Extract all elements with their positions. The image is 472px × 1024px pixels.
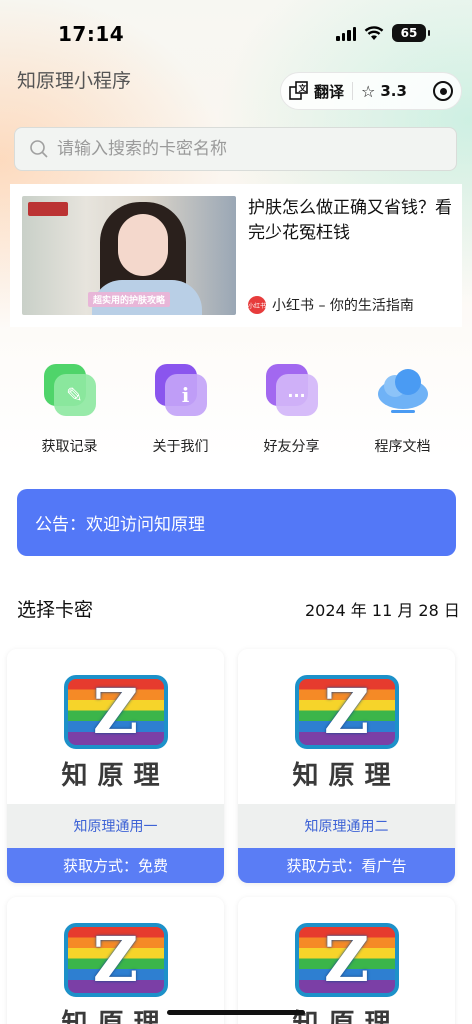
card-brand: 知原理	[292, 761, 401, 791]
zhiyuanli-logo: Z	[63, 923, 168, 997]
ad-brand: 小红书 小红书 – 你的生活指南	[248, 295, 452, 315]
card-item[interactable]: Z 知原理	[7, 897, 224, 1024]
xiaohongshu-logo-icon: 小红书	[248, 296, 266, 314]
grid-item-docs[interactable]: 程序文档	[347, 362, 458, 456]
star-icon: ☆	[361, 81, 376, 101]
zhiyuanli-logo: Z	[63, 675, 168, 749]
grid-label: 关于我们	[152, 439, 209, 455]
ad-title: 护肤怎么做正确又省钱？看完少花冤枉钱	[248, 198, 452, 243]
section-date: 2024 年 11 月 28 日	[305, 601, 460, 620]
grid-label: 程序文档	[374, 439, 431, 455]
ad-banner[interactable]: 超实用的护肤攻略 护肤怎么做正确又省钱？看完少花冤枉钱 小红书 小红书 – 你的…	[10, 184, 462, 327]
ad-brand-text: 小红书 – 你的生活指南	[272, 298, 414, 314]
card-item[interactable]: Z 知原理	[238, 897, 455, 1024]
search-bar	[14, 127, 457, 171]
translate-icon: 文	[289, 81, 308, 100]
share-icon: ···	[262, 362, 322, 422]
cloud-icon	[373, 362, 433, 422]
card-name: 知原理通用二	[238, 804, 455, 848]
capsule-divider	[352, 82, 354, 100]
close-target-icon[interactable]	[433, 81, 453, 101]
card-name: 知原理通用一	[7, 804, 224, 848]
home-indicator	[167, 1010, 305, 1015]
zhiyuanli-logo: Z	[294, 675, 399, 749]
rating-value: 3.3	[380, 82, 407, 100]
grid-label: 获取记录	[41, 439, 98, 455]
rating-button[interactable]: ☆ 3.3	[361, 82, 407, 101]
search-input[interactable]	[57, 139, 442, 159]
svg-text:文: 文	[299, 83, 308, 93]
grid-item-share[interactable]: ··· 好友分享	[236, 362, 347, 456]
zhiyuanli-logo: Z	[294, 923, 399, 997]
battery-icon: 65	[392, 24, 430, 42]
grid-label: 好友分享	[263, 439, 320, 455]
notice-banner: 公告：欢迎访问知原理	[17, 489, 456, 556]
ad-thumb-caption: 超实用的护肤攻略	[88, 292, 171, 307]
card-method-button[interactable]: 获取方式：免费	[7, 848, 224, 883]
card-item[interactable]: Z 知原理 知原理通用一 获取方式：免费	[7, 649, 224, 883]
wifi-icon	[364, 25, 384, 40]
translate-button[interactable]: 文 翻译	[289, 81, 344, 102]
app-title: 知原理小程序	[17, 70, 132, 92]
card-item[interactable]: Z 知原理 知原理通用二 获取方式：看广告	[238, 649, 455, 883]
status-icons: 65	[336, 24, 430, 42]
card-image: Z 知原理	[7, 649, 224, 804]
card-method-button[interactable]: 获取方式：看广告	[238, 848, 455, 883]
search-icon	[30, 140, 48, 158]
card-brand: 知原理	[61, 761, 170, 791]
card-image: Z 知原理	[238, 649, 455, 804]
card-brand: 知原理	[292, 1009, 401, 1024]
card-image: Z 知原理	[238, 897, 455, 1024]
video-channel-logo	[28, 202, 68, 216]
ad-thumbnail: 超实用的护肤攻略	[22, 196, 236, 315]
status-time: 17:14	[58, 22, 125, 46]
grid-item-about[interactable]: i 关于我们	[125, 362, 236, 456]
pencil-icon: ✎	[40, 362, 100, 422]
feature-grid: ✎ 获取记录 i 关于我们 ··· 好友分享 程序文档	[14, 362, 458, 456]
grid-item-records[interactable]: ✎ 获取记录	[14, 362, 125, 456]
section-title: 选择卡密	[17, 599, 94, 621]
card-brand: 知原理	[61, 1009, 170, 1024]
translate-label: 翻译	[314, 82, 345, 101]
signal-icon	[336, 25, 356, 41]
mini-program-capsule: 文 翻译 ☆ 3.3	[280, 72, 462, 110]
card-image: Z 知原理	[7, 897, 224, 1024]
info-icon: i	[151, 362, 211, 422]
